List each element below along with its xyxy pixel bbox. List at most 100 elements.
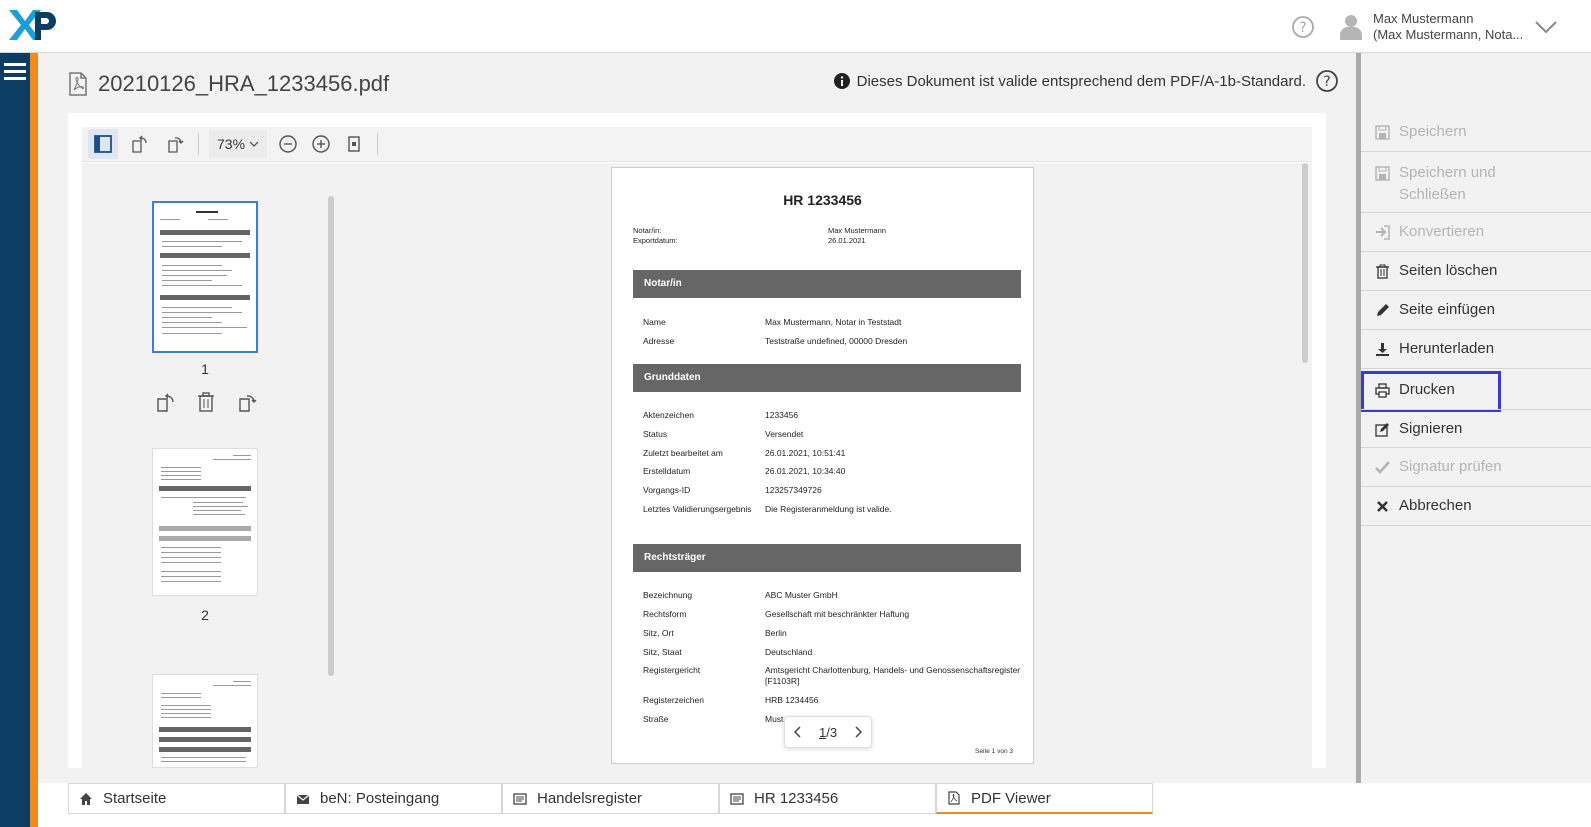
tab-ben-posteingang[interactable]: beN: Posteingang [285,783,502,814]
chevron-left-icon[interactable] [793,726,803,738]
nav-bar [0,53,30,827]
field-key: Adresse [643,336,675,346]
check-icon [1375,461,1390,474]
chevron-right-icon[interactable] [853,726,863,738]
user-name-detail: (Max Mustermann, Nota... [1373,27,1524,42]
tab-label: HR 1233456 [754,790,839,807]
meta-key: Exportdatum: [633,236,678,245]
tab-hr-1233456[interactable]: HR 1233456 [719,783,936,814]
convert-button[interactable]: Konvertieren [1361,213,1591,252]
thumbnail-scrollbar[interactable] [328,196,334,676]
field-key: Rechtsform [643,609,687,619]
document-title: 20210126_HRA_1233456.pdf [98,71,390,96]
toggle-sidebar-button[interactable] [88,129,118,159]
field-key: Vorgangs-ID [643,485,691,495]
thumbnail-page-2[interactable] [152,448,258,596]
page-indicator: 1/3 [819,725,837,740]
field-value: Deutschland [765,647,813,657]
tab-label: Handelsregister [537,790,643,807]
user-name[interactable]: Max Mustermann (Max Mustermann, Nota... [1373,11,1523,43]
action-label: Signatur prüfen [1399,458,1502,475]
action-label: Speichern [1399,123,1467,140]
field-key: Erstelldatum [643,466,691,476]
rotate-right-icon[interactable] [236,391,258,413]
tab-bar: Startseite beN: Posteingang Handelsregis… [38,783,1591,827]
rotate-left-icon [132,135,147,153]
thumbnail-actions [154,391,258,413]
delete-pages-button[interactable]: Seiten löschen [1361,252,1591,291]
tab-handelsregister[interactable]: Handelsregister [502,783,719,814]
action-label: Seiten löschen [1399,262,1498,279]
svg-text:?: ? [1299,20,1306,36]
actions-panel: Speichern Speichern und Schließen Konver… [1361,53,1591,783]
info-icon [833,73,850,89]
sign-button[interactable]: Signieren [1361,409,1591,448]
field-row: Rechtsform Gesellschaft mit beschränkter … [643,609,1023,620]
field-row: Aktenzeichen 1233456 [643,410,1023,421]
toolbar-separator [377,133,379,155]
field-key: Status [643,429,668,439]
tab-startseite[interactable]: Startseite [68,783,285,814]
tab-pdf-viewer[interactable]: PDF Viewer [936,783,1153,814]
register-icon [730,792,744,805]
accent-bar [30,53,38,827]
thumbnail-page-3[interactable] [152,674,258,768]
chevron-down-icon[interactable] [1534,18,1558,36]
page-heading: HR 1233456 [783,192,862,208]
user-avatar-icon[interactable] [1340,14,1362,40]
field-row: Sitz, Ort Berlin [643,628,1023,639]
field-value: Max Mustermann, Notar in Teststadt [765,317,902,327]
thumbnail-sidebar: 1 2 [82,163,343,768]
zoom-in-button[interactable] [306,129,336,159]
field-value: HRB 1234456 [765,695,819,705]
pdf-page: HR 1233456 Notar/in: Max Mustermann Expor… [611,167,1034,764]
fit-page-button[interactable] [339,129,369,159]
download-button[interactable]: Herunterladen [1361,330,1591,369]
field-value: Teststraße undefined, 00000 Dresden [765,336,908,346]
document-title-row: 20210126_HRA_1233456.pdf [68,69,389,99]
page-view: HR 1233456 Notar/in: Max Mustermann Expor… [343,163,1312,768]
rotate-right-button[interactable] [160,129,190,159]
page-scrollbar[interactable] [1302,163,1308,363]
field-row: Sitz, Staat Deutschland [643,647,1023,658]
save-and-close-button[interactable]: Speichern und Schließen [1361,152,1591,213]
field-row: Status Versendet [643,429,1023,440]
page-footer: Seite 1 von 3 [975,748,1013,755]
cancel-button[interactable]: Abbrechen [1361,487,1591,526]
total-pages: 3 [829,724,838,740]
verify-signature-button[interactable]: Signatur prüfen [1361,448,1591,487]
rotate-left-icon[interactable] [154,391,176,413]
main-content: 20210126_HRA_1233456.pdf Dieses Dokument… [38,53,1356,783]
help-icon[interactable]: ? [1292,16,1314,38]
meta-key: Notar/in: [633,226,662,235]
trash-icon[interactable] [195,391,217,413]
zoom-out-button[interactable] [273,129,303,159]
print-button[interactable]: Drucken [1361,371,1501,412]
zoom-value: 73% [217,136,246,152]
field-row: Registergericht Amtsgericht Charlottenbur… [643,665,1023,687]
field-row: Name Max Mustermann, Notar in Teststadt [643,317,1023,328]
close-icon [1377,501,1388,512]
rotate-left-button[interactable] [124,129,154,159]
sidebar-icon [94,135,112,153]
section-header: Notar/in [633,270,1021,298]
insert-page-button[interactable]: Seite einfügen [1361,291,1591,330]
action-label: Herunterladen [1399,340,1495,357]
xp-logo[interactable] [9,10,57,40]
field-key: Registerzeichen [643,695,704,705]
thumbnail-page-1[interactable] [152,201,258,353]
field-value: Die Registeranmeldung ist valide. [765,504,892,514]
viewer-toolbar: 73% [82,127,1312,162]
field-value: Versendet [765,429,804,439]
action-label: Abbrechen [1399,497,1472,514]
tab-label: Startseite [103,790,167,807]
save-button[interactable]: Speichern [1361,113,1591,152]
zoom-select[interactable]: 73% [209,130,268,158]
pencil-icon [1377,304,1389,316]
help-icon[interactable]: ? [1316,70,1338,92]
field-row: Adresse Teststraße undefined, 00000 Dresd… [643,336,1023,347]
hamburger-menu-icon[interactable] [4,63,26,81]
thumbnail-page-number: 1 [201,361,209,377]
field-key: Registergericht [643,665,701,675]
meta-row: Notar/in: Max Mustermann [633,226,1013,236]
